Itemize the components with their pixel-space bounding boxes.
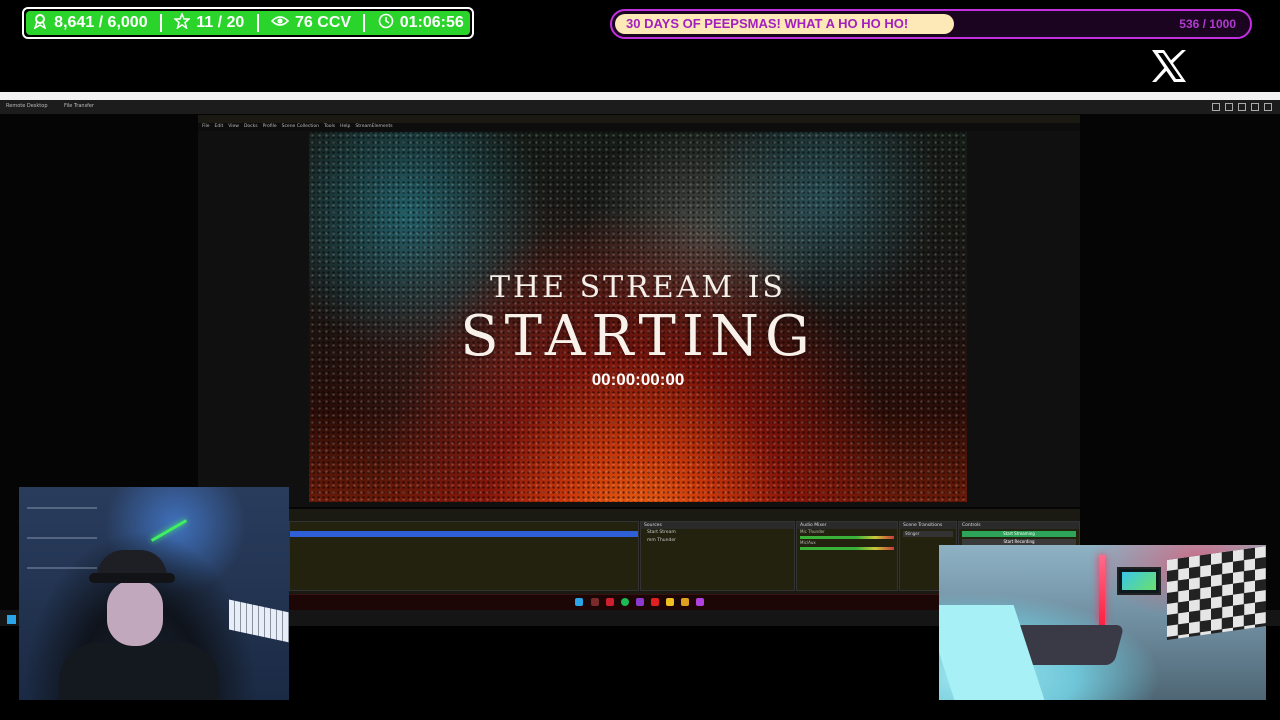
eye-icon bbox=[270, 13, 290, 34]
x-logo-icon bbox=[1148, 46, 1190, 86]
start-streaming-button[interactable]: Start Streaming bbox=[962, 531, 1076, 537]
settings-icon[interactable] bbox=[1212, 103, 1220, 111]
app-icon[interactable] bbox=[606, 598, 614, 606]
tab-remote-desktop[interactable]: Remote Desktop bbox=[6, 103, 48, 109]
viewers-stat: 76 CCV bbox=[270, 13, 352, 34]
stream-stats-inner: 8,641 / 6,000 11 / 20 76 CCV 01:06:56 bbox=[26, 11, 470, 35]
starting-heading-line1: THE STREAM IS bbox=[490, 270, 786, 305]
windows-start-icon[interactable] bbox=[575, 598, 583, 606]
remote-desktop-titlebar bbox=[0, 92, 1280, 100]
scenes-dock bbox=[289, 521, 639, 591]
mixer-channel-label: Mic/Aux bbox=[800, 540, 816, 545]
shelf bbox=[27, 507, 97, 509]
streamer-webcam bbox=[19, 487, 289, 700]
keyboard-piano bbox=[229, 599, 289, 645]
stat-divider bbox=[256, 14, 259, 32]
selected-scene-row[interactable] bbox=[290, 531, 638, 537]
chat-icon[interactable] bbox=[1251, 103, 1259, 111]
audio-mixer-title: Audio Mixer bbox=[797, 522, 897, 529]
star-icon bbox=[173, 11, 192, 34]
transition-select[interactable]: Stinger bbox=[903, 531, 953, 537]
app-icon[interactable] bbox=[681, 598, 689, 606]
shelf bbox=[27, 537, 97, 539]
remote-taskbar bbox=[289, 594, 939, 611]
menu-help[interactable]: Help bbox=[340, 123, 350, 131]
tab-file-transfer[interactable]: File Transfer bbox=[64, 103, 94, 109]
app-icon[interactable] bbox=[696, 598, 704, 606]
tv-screen bbox=[1122, 572, 1156, 590]
audio-mixer-dock: Audio Mixer Mic Thunder Mic/Aux bbox=[796, 521, 898, 591]
cap-brim bbox=[89, 573, 175, 583]
countdown-timer: 00:00:00:00 bbox=[591, 370, 685, 389]
obs-titlebar bbox=[198, 115, 1080, 123]
app-icon[interactable] bbox=[651, 598, 659, 606]
desk-surface bbox=[939, 605, 1045, 700]
stream-stats-bar: 8,641 / 6,000 11 / 20 76 CCV 01:06:56 bbox=[22, 7, 474, 39]
subs-value: 11 / 20 bbox=[196, 14, 245, 31]
red-light bbox=[1099, 555, 1105, 625]
controls-title: Controls bbox=[959, 522, 1079, 529]
stat-divider bbox=[363, 14, 366, 32]
starting-heading-line2: STARTING bbox=[460, 304, 816, 369]
volume-meter[interactable] bbox=[800, 536, 894, 539]
neon-light bbox=[150, 519, 188, 542]
obs-menubar: File Edit View Docks Profile Scene Colle… bbox=[198, 123, 1080, 131]
menu-view[interactable]: View bbox=[228, 123, 239, 131]
timer-icon bbox=[378, 13, 394, 34]
room-tv bbox=[1117, 567, 1161, 595]
host-start-icon[interactable] bbox=[7, 615, 16, 624]
keyboard-icon[interactable] bbox=[1238, 103, 1246, 111]
menu-file[interactable]: File bbox=[202, 123, 210, 131]
folder-icon[interactable] bbox=[666, 598, 674, 606]
goal-title: 30 DAYS OF PEEPSMAS! WHAT A HO HO HO! bbox=[626, 16, 909, 31]
goal-progress-bar: 30 DAYS OF PEEPSMAS! WHAT A HO HO HO! 53… bbox=[610, 9, 1252, 39]
menu-docks[interactable]: Docks bbox=[244, 123, 258, 131]
fullscreen-icon[interactable] bbox=[1264, 103, 1272, 111]
streamer-shirt bbox=[59, 642, 219, 700]
app-icon[interactable] bbox=[636, 598, 644, 606]
source-item[interactable]: mm Thunder bbox=[641, 537, 794, 545]
subs-stat: 11 / 20 bbox=[173, 11, 245, 34]
sources-dock: Sources Start Stream mm Thunder bbox=[640, 521, 795, 591]
streamer-face bbox=[107, 580, 163, 646]
menu-tools[interactable]: Tools bbox=[324, 123, 335, 131]
menu-edit[interactable]: Edit bbox=[215, 123, 224, 131]
badge-icon bbox=[32, 13, 48, 34]
menu-scene-collection[interactable]: Scene Collection bbox=[282, 123, 319, 131]
sources-dock-title: Sources bbox=[641, 522, 794, 529]
uptime-stat: 01:06:56 bbox=[378, 13, 464, 34]
mixer-channel-label: Mic Thunder bbox=[800, 529, 825, 534]
menu-profile[interactable]: Profile bbox=[263, 123, 277, 131]
checkered-wall bbox=[1167, 546, 1266, 640]
scene-transitions-title: Scene Transitions bbox=[900, 522, 956, 529]
remote-desktop-tabbar: Remote Desktop File Transfer bbox=[0, 100, 1280, 114]
stat-divider bbox=[159, 14, 162, 32]
viewers-value: 76 CCV bbox=[295, 14, 352, 31]
menu-streamelements[interactable]: StreamElements bbox=[355, 123, 392, 131]
uptime-value: 01:06:56 bbox=[399, 14, 464, 31]
volume-meter[interactable] bbox=[800, 547, 894, 550]
goal-count: 536 / 1000 bbox=[1179, 17, 1236, 31]
room-webcam bbox=[939, 545, 1266, 700]
obs-preview[interactable]: THE STREAM IS STARTING 00:00:00:00 bbox=[309, 132, 967, 502]
followers-value: 8,641 / 6,000 bbox=[54, 14, 148, 31]
spotify-icon[interactable] bbox=[621, 598, 629, 606]
source-item[interactable]: Start Stream bbox=[641, 529, 794, 537]
app-icon[interactable] bbox=[591, 598, 599, 606]
display-icon[interactable] bbox=[1225, 103, 1233, 111]
followers-stat: 8,641 / 6,000 bbox=[32, 13, 148, 34]
shelf bbox=[27, 567, 97, 569]
remote-desktop-toolbar bbox=[1212, 103, 1272, 111]
